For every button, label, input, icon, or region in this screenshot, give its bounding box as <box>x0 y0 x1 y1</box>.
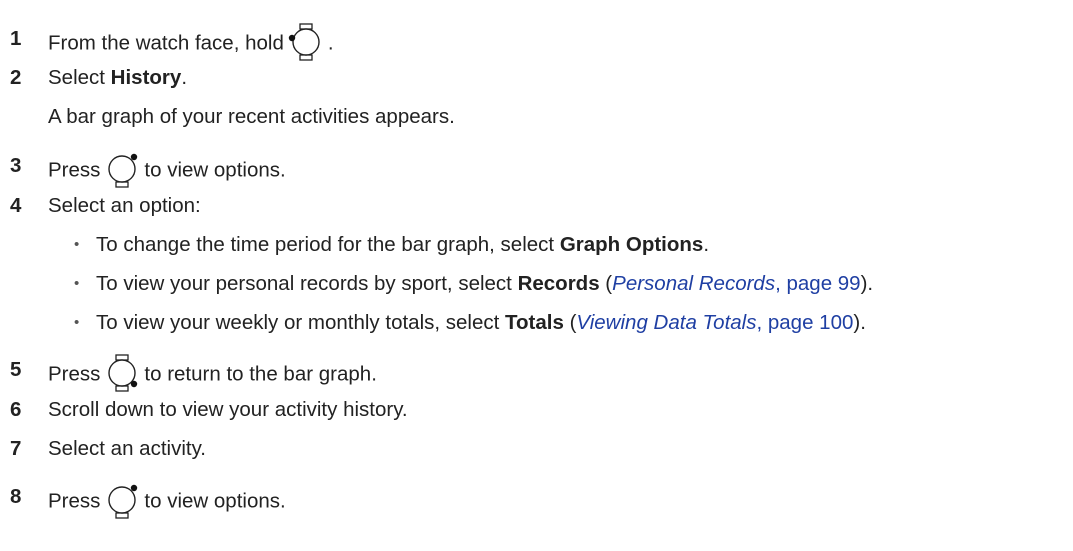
menu-item-totals: Totals <box>505 311 564 334</box>
menu-item-graph-options: Graph Options <box>559 233 704 256</box>
bullet: • <box>74 236 80 253</box>
watch-button-left-dot-icon <box>288 22 324 62</box>
watch-button-top-right-dot-icon <box>104 149 140 189</box>
step-text: Select an option: <box>48 194 201 217</box>
step-number: 4 <box>10 194 22 217</box>
step-number: 2 <box>10 66 22 89</box>
step-number: 3 <box>10 154 22 177</box>
step-text: Press <box>48 362 101 386</box>
step-text: From the watch face, hold <box>48 31 284 55</box>
step-result-text: A bar graph of your recent activities ap… <box>48 105 455 128</box>
step-number: 5 <box>10 358 22 381</box>
watch-button-bottom-right-dot-icon <box>104 353 140 393</box>
bullet: • <box>74 275 80 292</box>
step-text: Press <box>48 158 101 182</box>
step-text: Select an activity. <box>48 437 206 460</box>
step-number: 6 <box>10 398 22 421</box>
watch-button-top-right-dot-icon <box>104 480 140 520</box>
step-text-end: to view options. <box>144 489 286 513</box>
personal-records-link[interactable]: Personal Records, page 99 <box>612 272 860 295</box>
bullet: • <box>74 314 80 331</box>
step-text: Press <box>48 489 101 513</box>
step-text: Scroll down to view your activity histor… <box>48 398 408 421</box>
step-text-end: to return to the bar graph. <box>144 362 377 386</box>
viewing-data-totals-link[interactable]: Viewing Data Totals, page 100 <box>576 311 853 334</box>
step-text-end: to view options. <box>144 158 286 182</box>
step-number: 7 <box>10 437 22 460</box>
menu-item-records: Records <box>517 272 600 295</box>
step-text: Select <box>48 66 111 89</box>
step-number: 8 <box>10 485 22 508</box>
step-number: 1 <box>10 27 22 50</box>
menu-item-history: History <box>110 66 182 89</box>
step-text-end: . <box>327 31 334 55</box>
